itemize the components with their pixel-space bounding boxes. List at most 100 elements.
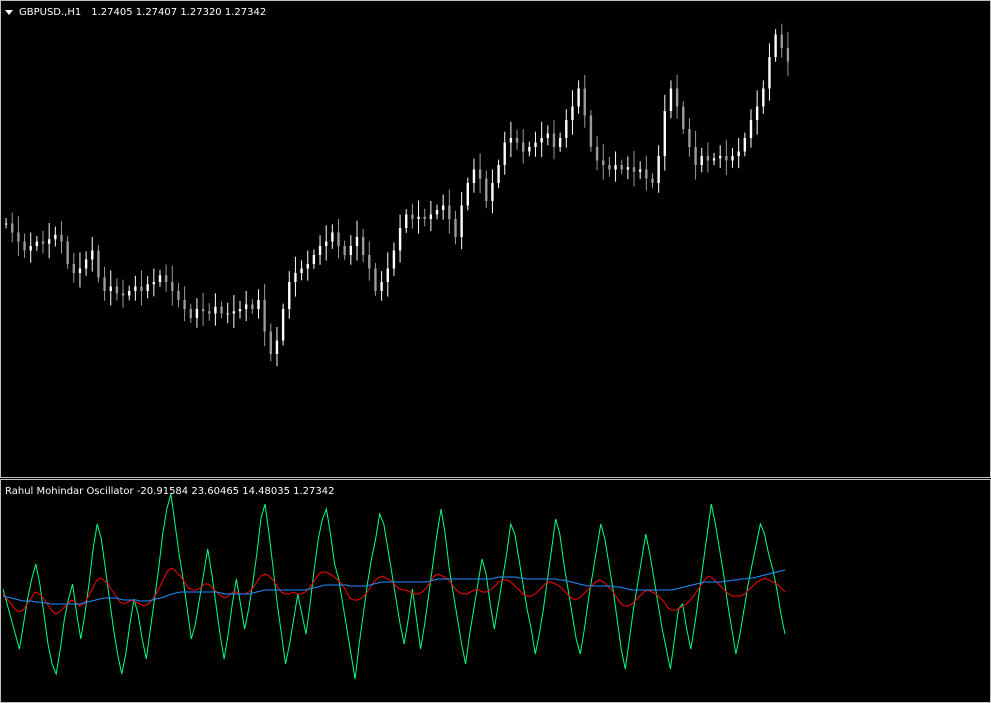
candle [146,276,149,299]
candle [121,279,125,308]
candle [226,302,229,324]
candle [411,203,414,229]
candle [392,242,396,276]
candle [491,169,494,214]
candle [620,159,623,175]
candle [251,299,254,314]
candle [762,80,765,114]
candle [220,301,223,319]
candle [626,156,630,180]
candle [441,194,445,220]
candle [417,200,420,234]
candle [577,80,580,114]
candle [497,159,500,188]
candle [84,251,88,276]
candle [522,129,525,164]
candle [195,298,199,328]
candle [719,145,722,168]
candle [632,151,636,187]
candle [700,147,703,173]
candle [269,323,272,362]
candle [128,285,131,301]
oscillator-title: Rahul Mohindar Oscillator -20.91584 23.6… [5,486,335,497]
oscillator-chart[interactable] [1,480,990,702]
candle [780,23,783,58]
candle [638,161,642,180]
candle [669,80,673,119]
candle [608,156,611,177]
oscillator-pane[interactable]: Rahul Mohindar Oscillator -20.91584 23.6… [0,479,991,703]
candle [97,245,100,283]
candle [91,237,94,272]
candle [72,253,75,283]
candle [768,43,771,101]
candle [602,144,605,180]
candle [712,152,716,166]
candle [281,303,285,346]
candle [454,210,457,245]
candle [214,293,217,326]
candle [774,29,777,62]
candle [749,109,753,148]
candle [755,90,759,135]
candle [189,303,192,323]
candle [35,236,39,251]
price-chart-pane[interactable]: GBPUSD.,H1 1.27405 1.27407 1.27320 1.273… [0,0,991,478]
candle [300,260,303,281]
candle [663,94,666,171]
candle [66,236,69,269]
price-pane-header: GBPUSD.,H1 1.27405 1.27407 1.27320 1.273… [5,7,266,18]
candle [171,265,174,306]
candle [337,219,340,259]
candle [17,216,20,257]
candle [263,283,266,347]
candle [478,153,482,194]
ohlc-values: 1.27405 1.27407 1.27320 1.27342 [91,7,267,18]
candle [208,303,211,321]
candle [485,170,488,209]
candle [355,220,359,261]
candle [60,221,63,254]
oscillator-line-1 [2,567,786,615]
candle [552,120,556,160]
candle [731,147,734,168]
candle [583,75,586,128]
candle [288,271,291,319]
candle [589,110,593,152]
candle [558,132,562,152]
candle [164,264,168,292]
candle [294,256,297,297]
candle [657,145,660,193]
candle [368,241,371,281]
candle [41,230,45,254]
candle [257,289,260,319]
candle [614,151,617,182]
candle [318,235,322,265]
triangle-down-icon[interactable] [5,10,13,15]
candle [115,278,119,301]
candle [312,249,316,269]
candle [54,226,57,247]
candle [232,295,236,329]
candle [645,156,648,191]
candle [140,270,143,306]
candle [4,218,8,229]
candle [103,266,106,301]
candle [386,252,389,297]
candle [595,136,599,171]
candle [343,240,346,260]
oscillator-line-0 [2,493,786,680]
price-chart[interactable] [1,1,990,477]
candle [546,125,550,146]
candle [201,292,205,326]
candle [29,232,32,263]
candle [466,177,469,211]
candle [688,118,691,157]
candle [109,270,112,306]
candle [152,268,156,297]
candle [706,142,710,173]
candle [694,130,697,180]
candle [380,271,383,301]
candle [786,31,790,77]
candle [134,275,137,301]
